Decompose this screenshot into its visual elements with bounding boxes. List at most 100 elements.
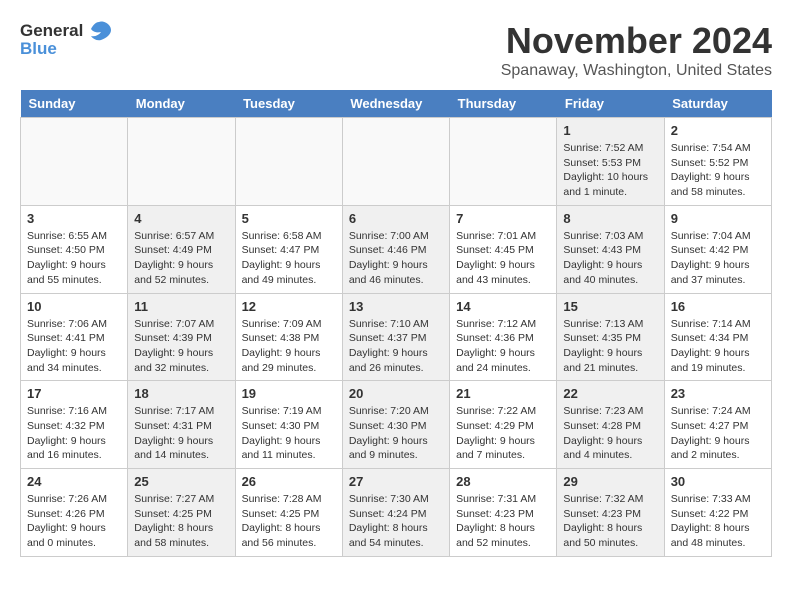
day-number: 30 [671, 474, 765, 489]
day-info: Sunrise: 7:16 AM Sunset: 4:32 PM Dayligh… [27, 404, 121, 463]
day-info: Sunrise: 6:55 AM Sunset: 4:50 PM Dayligh… [27, 229, 121, 288]
calendar-cell: 25Sunrise: 7:27 AM Sunset: 4:25 PM Dayli… [128, 469, 235, 557]
day-number: 10 [27, 299, 121, 314]
day-info: Sunrise: 7:26 AM Sunset: 4:26 PM Dayligh… [27, 492, 121, 551]
day-info: Sunrise: 7:24 AM Sunset: 4:27 PM Dayligh… [671, 404, 765, 463]
day-number: 1 [563, 123, 657, 138]
day-info: Sunrise: 7:19 AM Sunset: 4:30 PM Dayligh… [242, 404, 336, 463]
day-header-monday: Monday [128, 90, 235, 118]
calendar-cell: 16 Sunrise: 7:14 AM Sunset: 4:34 PM Dayli… [664, 293, 771, 381]
day-number: 27 [349, 474, 443, 489]
calendar-cell: 26 Sunrise: 7:28 AM Sunset: 4:25 PM Dayli… [235, 469, 342, 557]
day-info: Sunrise: 6:57 AM Sunset: 4:49 PM Dayligh… [134, 229, 228, 288]
calendar-cell: 3 Sunrise: 6:55 AM Sunset: 4:50 PM Daylig… [21, 205, 128, 293]
calendar-cell: 19 Sunrise: 7:19 AM Sunset: 4:30 PM Dayli… [235, 381, 342, 469]
header: General Blue November 2024 Spanaway, Was… [20, 20, 772, 80]
calendar-cell: 2 Sunrise: 7:54 AM Sunset: 5:52 PM Daylig… [664, 118, 771, 206]
day-number: 18 [134, 386, 228, 401]
calendar-table: SundayMondayTuesdayWednesdayThursdayFrid… [20, 90, 772, 557]
month-title: November 2024 [501, 20, 772, 62]
calendar-cell [21, 118, 128, 206]
calendar-cell: 4 Sunrise: 6:57 AM Sunset: 4:49 PM Daylig… [128, 205, 235, 293]
calendar-cell: 15 Sunrise: 7:13 AM Sunset: 4:35 PM Dayli… [557, 293, 664, 381]
calendar-cell: 8Sunrise: 7:03 AM Sunset: 4:43 PM Daylig… [557, 205, 664, 293]
calendar-cell: 30 Sunrise: 7:33 AM Sunset: 4:22 PM Dayli… [664, 469, 771, 557]
calendar-cell: 22 Sunrise: 7:23 AM Sunset: 4:28 PM Dayli… [557, 381, 664, 469]
day-info: Sunrise: 7:00 AM Sunset: 4:46 PM Dayligh… [349, 229, 443, 288]
calendar-cell: 14 Sunrise: 7:12 AM Sunset: 4:36 PM Dayli… [450, 293, 557, 381]
calendar-cell: 10 Sunrise: 7:06 AM Sunset: 4:41 PM Dayli… [21, 293, 128, 381]
day-info: Sunrise: 7:22 AM Sunset: 4:29 PM Dayligh… [456, 404, 550, 463]
day-number: 4 [134, 211, 228, 226]
day-number: 28 [456, 474, 550, 489]
day-number: 15 [563, 299, 657, 314]
day-number: 13 [349, 299, 443, 314]
day-number: 7 [456, 211, 550, 226]
calendar-cell: 11 Sunrise: 7:07 AM Sunset: 4:39 PM Dayli… [128, 293, 235, 381]
day-info: Sunrise: 7:14 AM Sunset: 4:34 PM Dayligh… [671, 317, 765, 376]
week-row-1: 1 Sunrise: 7:52 AM Sunset: 5:53 PM Daylig… [21, 118, 772, 206]
calendar-cell [235, 118, 342, 206]
calendar-cell [450, 118, 557, 206]
day-number: 3 [27, 211, 121, 226]
calendar-cell: 1 Sunrise: 7:52 AM Sunset: 5:53 PM Daylig… [557, 118, 664, 206]
logo-general: General [20, 22, 83, 41]
calendar-cell: 18 Sunrise: 7:17 AM Sunset: 4:31 PM Dayli… [128, 381, 235, 469]
day-info: Sunrise: 7:30 AM Sunset: 4:24 PM Dayligh… [349, 492, 443, 551]
day-number: 26 [242, 474, 336, 489]
calendar-cell: 12 Sunrise: 7:09 AM Sunset: 4:38 PM Dayli… [235, 293, 342, 381]
day-number: 20 [349, 386, 443, 401]
day-number: 6 [349, 211, 443, 226]
day-info: Sunrise: 7:07 AM Sunset: 4:39 PM Dayligh… [134, 317, 228, 376]
day-header-sunday: Sunday [21, 90, 128, 118]
day-info: Sunrise: 7:31 AM Sunset: 4:23 PM Dayligh… [456, 492, 550, 551]
day-info: Sunrise: 7:33 AM Sunset: 4:22 PM Dayligh… [671, 492, 765, 551]
day-info: Sunrise: 7:52 AM Sunset: 5:53 PM Dayligh… [563, 141, 657, 200]
day-info: Sunrise: 7:54 AM Sunset: 5:52 PM Dayligh… [671, 141, 765, 200]
day-info: Sunrise: 7:28 AM Sunset: 4:25 PM Dayligh… [242, 492, 336, 551]
day-number: 16 [671, 299, 765, 314]
day-info: Sunrise: 6:58 AM Sunset: 4:47 PM Dayligh… [242, 229, 336, 288]
week-row-3: 10 Sunrise: 7:06 AM Sunset: 4:41 PM Dayli… [21, 293, 772, 381]
day-number: 9 [671, 211, 765, 226]
day-info: Sunrise: 7:17 AM Sunset: 4:31 PM Dayligh… [134, 404, 228, 463]
week-row-4: 17Sunrise: 7:16 AM Sunset: 4:32 PM Dayli… [21, 381, 772, 469]
logo-bird-icon [85, 20, 113, 42]
day-number: 19 [242, 386, 336, 401]
week-row-5: 24Sunrise: 7:26 AM Sunset: 4:26 PM Dayli… [21, 469, 772, 557]
day-number: 8 [563, 211, 657, 226]
calendar-cell: 28 Sunrise: 7:31 AM Sunset: 4:23 PM Dayli… [450, 469, 557, 557]
day-header-wednesday: Wednesday [342, 90, 449, 118]
calendar-cell: 17Sunrise: 7:16 AM Sunset: 4:32 PM Dayli… [21, 381, 128, 469]
week-row-2: 3 Sunrise: 6:55 AM Sunset: 4:50 PM Daylig… [21, 205, 772, 293]
day-number: 5 [242, 211, 336, 226]
day-info: Sunrise: 7:09 AM Sunset: 4:38 PM Dayligh… [242, 317, 336, 376]
day-number: 12 [242, 299, 336, 314]
day-number: 14 [456, 299, 550, 314]
logo: General Blue [20, 20, 113, 59]
day-info: Sunrise: 7:10 AM Sunset: 4:37 PM Dayligh… [349, 317, 443, 376]
day-number: 22 [563, 386, 657, 401]
calendar-cell [128, 118, 235, 206]
day-info: Sunrise: 7:12 AM Sunset: 4:36 PM Dayligh… [456, 317, 550, 376]
day-header-saturday: Saturday [664, 90, 771, 118]
day-number: 2 [671, 123, 765, 138]
day-info: Sunrise: 7:13 AM Sunset: 4:35 PM Dayligh… [563, 317, 657, 376]
day-info: Sunrise: 7:27 AM Sunset: 4:25 PM Dayligh… [134, 492, 228, 551]
day-info: Sunrise: 7:06 AM Sunset: 4:41 PM Dayligh… [27, 317, 121, 376]
calendar-cell: 13 Sunrise: 7:10 AM Sunset: 4:37 PM Dayli… [342, 293, 449, 381]
day-number: 23 [671, 386, 765, 401]
logo-blue: Blue [20, 40, 57, 59]
day-number: 29 [563, 474, 657, 489]
day-info: Sunrise: 7:20 AM Sunset: 4:30 PM Dayligh… [349, 404, 443, 463]
calendar-cell: 21Sunrise: 7:22 AM Sunset: 4:29 PM Dayli… [450, 381, 557, 469]
day-header-friday: Friday [557, 90, 664, 118]
day-info: Sunrise: 7:23 AM Sunset: 4:28 PM Dayligh… [563, 404, 657, 463]
calendar-cell [342, 118, 449, 206]
day-number: 11 [134, 299, 228, 314]
calendar-cell: 24Sunrise: 7:26 AM Sunset: 4:26 PM Dayli… [21, 469, 128, 557]
calendar-cell: 29Sunrise: 7:32 AM Sunset: 4:23 PM Dayli… [557, 469, 664, 557]
calendar-cell: 7 Sunrise: 7:01 AM Sunset: 4:45 PM Daylig… [450, 205, 557, 293]
day-info: Sunrise: 7:01 AM Sunset: 4:45 PM Dayligh… [456, 229, 550, 288]
calendar-cell: 5 Sunrise: 6:58 AM Sunset: 4:47 PM Daylig… [235, 205, 342, 293]
